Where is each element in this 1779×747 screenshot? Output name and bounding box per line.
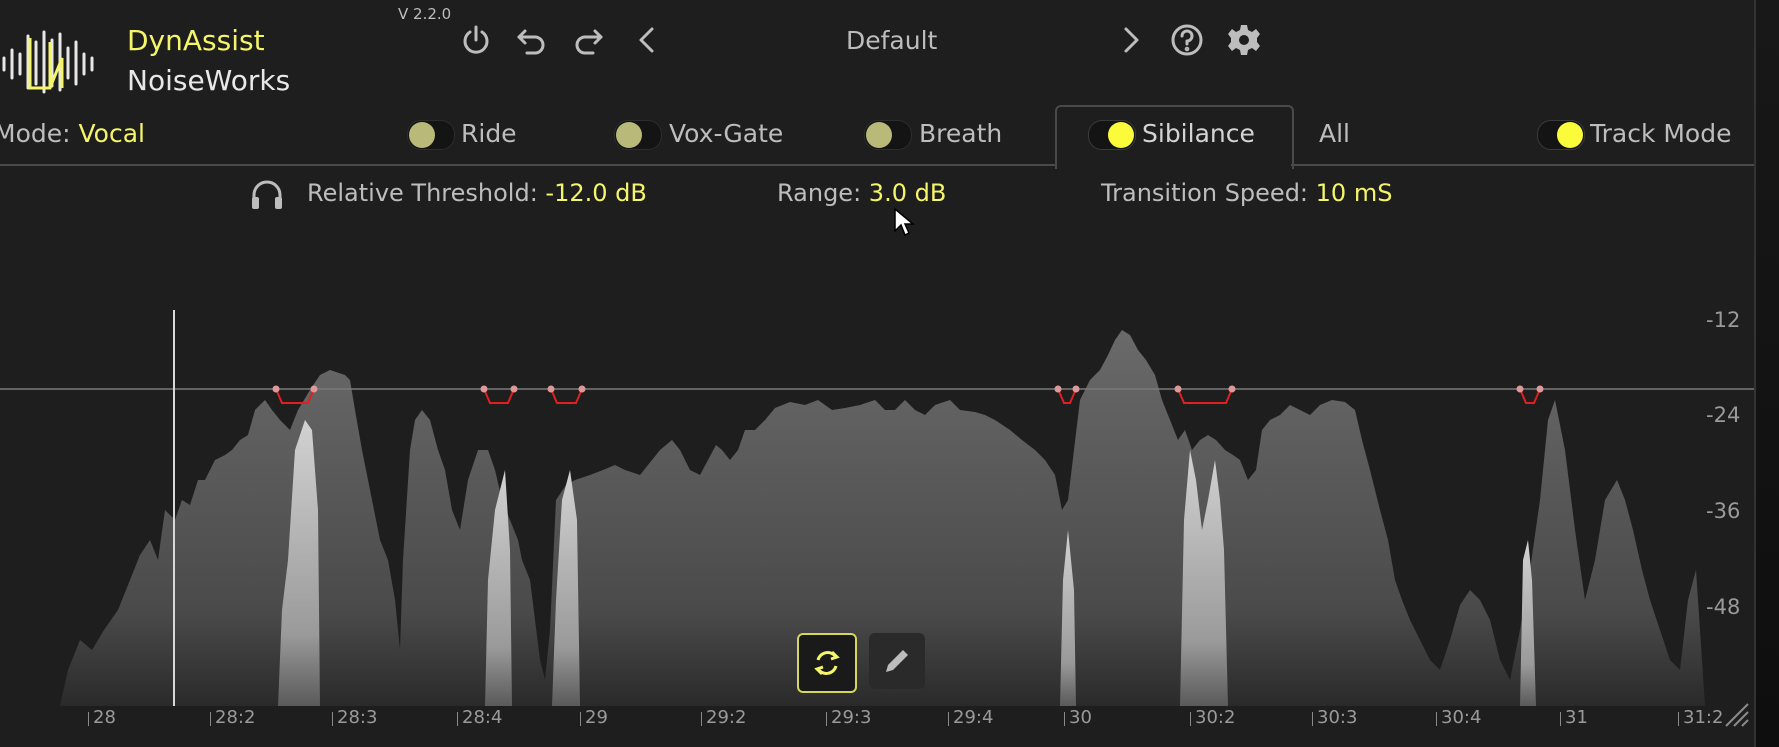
timeline-tick (457, 712, 458, 726)
timeline-label: 29:3 (831, 707, 872, 728)
pencil-tool-button[interactable] (869, 633, 925, 689)
timeline-tick (1560, 712, 1561, 726)
transition-speed-label: Transition Speed: (1101, 179, 1309, 207)
power-icon (463, 25, 489, 54)
timeline-label: 28:2 (215, 707, 256, 728)
transition-speed-value: 10 mS (1315, 179, 1393, 207)
logo-waveform-icon (2, 30, 94, 94)
prev-preset-icon (639, 27, 654, 53)
help-icon (1171, 24, 1203, 56)
mode-label: Mode: (0, 119, 71, 148)
tab-vox-gate[interactable]: Vox-Gate (669, 119, 783, 148)
settings-gear-icon (1228, 25, 1260, 55)
timeline-tick (580, 712, 581, 726)
pencil-icon (886, 650, 908, 672)
loop-refresh-icon (814, 650, 840, 676)
sibilance-marker[interactable] (547, 385, 586, 404)
track-mode-label[interactable]: Track Mode (1590, 119, 1731, 148)
timeline-tick (1312, 712, 1313, 726)
toggle-knob (1557, 122, 1583, 148)
threshold-value: -12.0 dB (545, 179, 647, 207)
resize-grip-icon[interactable] (1722, 700, 1750, 728)
timeline-label: 29 (585, 707, 608, 728)
timeline-tick (701, 712, 702, 726)
sibilance-marker[interactable] (480, 385, 518, 404)
redo-button[interactable] (568, 20, 608, 60)
prev-preset-button[interactable] (627, 20, 667, 60)
sibilance-marker[interactable] (1054, 385, 1080, 404)
undo-icon (517, 29, 545, 55)
loop-tool-button[interactable] (797, 633, 857, 693)
brand-company: NoiseWorks (127, 64, 291, 97)
undo-button[interactable] (512, 20, 552, 60)
y-axis-label: -12 (1706, 308, 1741, 332)
vox-gate-toggle[interactable] (614, 120, 662, 150)
version-label: V 2.2.0 (398, 5, 452, 23)
range-value: 3.0 dB (868, 179, 947, 207)
threshold-control[interactable]: Relative Threshold: -12.0 dB (307, 179, 647, 207)
sibilance-toggle[interactable] (1088, 120, 1136, 150)
timeline-tick (1064, 712, 1065, 726)
timeline-label: 30:4 (1441, 707, 1482, 728)
toggle-knob (866, 122, 892, 148)
timeline-label: 28:3 (337, 707, 378, 728)
timeline-label: 31:2 (1683, 707, 1724, 728)
brand-name: DynAssist (127, 24, 265, 57)
redo-icon (575, 29, 603, 55)
toggle-knob (1108, 122, 1134, 148)
tab-divider (1291, 164, 1754, 166)
threshold-label: Relative Threshold: (307, 179, 538, 207)
headphones-icon[interactable] (250, 178, 284, 210)
mouse-cursor-icon (894, 207, 915, 237)
y-axis-label: -36 (1706, 499, 1741, 523)
timeline-label: 28:4 (462, 707, 503, 728)
sibilance-marker[interactable] (1516, 385, 1544, 404)
timeline-tick (1436, 712, 1437, 726)
tab-breath[interactable]: Breath (919, 119, 1002, 148)
timeline-tick (210, 712, 211, 726)
timeline-label: 29:2 (706, 707, 747, 728)
power-button[interactable] (456, 20, 496, 60)
ride-toggle[interactable] (407, 120, 455, 150)
mode-selector[interactable]: Mode: Vocal (0, 119, 145, 148)
host-background (1756, 0, 1779, 747)
toggle-knob (616, 122, 642, 148)
y-axis-label: -24 (1706, 403, 1741, 427)
tab-ride[interactable]: Ride (461, 119, 517, 148)
settings-button[interactable] (1224, 20, 1264, 60)
timeline-label: 30:3 (1317, 707, 1358, 728)
next-preset-button[interactable] (1111, 20, 1151, 60)
sibilance-markers (272, 385, 1544, 404)
tab-sibilance[interactable]: Sibilance (1142, 119, 1255, 148)
track-mode-toggle[interactable] (1537, 120, 1585, 150)
next-preset-icon (1124, 27, 1139, 53)
transition-speed-control[interactable]: Transition Speed: 10 mS (1101, 179, 1392, 207)
y-axis-label: -48 (1706, 595, 1741, 619)
timeline-tick (948, 712, 949, 726)
timeline-tick (826, 712, 827, 726)
range-control[interactable]: Range: 3.0 dB (777, 179, 946, 207)
timeline-label: 31 (1565, 707, 1588, 728)
timeline-label: 30:2 (1195, 707, 1236, 728)
help-button[interactable] (1167, 20, 1207, 60)
timeline-tick (1678, 712, 1679, 726)
preset-name[interactable]: Default (846, 26, 937, 55)
range-label: Range: (777, 179, 862, 207)
timeline-tick (88, 712, 89, 726)
timeline-label: 29:4 (953, 707, 994, 728)
toggle-knob (409, 122, 435, 148)
timeline-tick (1190, 712, 1191, 726)
sibilance-marker[interactable] (1174, 385, 1236, 404)
breath-toggle[interactable] (864, 120, 912, 150)
plugin-window: DynAssist NoiseWorks V 2.2.0 Default Mod… (0, 0, 1756, 747)
timeline-label: 28 (93, 707, 116, 728)
timeline-label: 30 (1069, 707, 1092, 728)
timeline-tick (332, 712, 333, 726)
tab-all[interactable]: All (1319, 119, 1350, 148)
mode-value: Vocal (78, 119, 145, 148)
tab-divider (0, 164, 1055, 166)
